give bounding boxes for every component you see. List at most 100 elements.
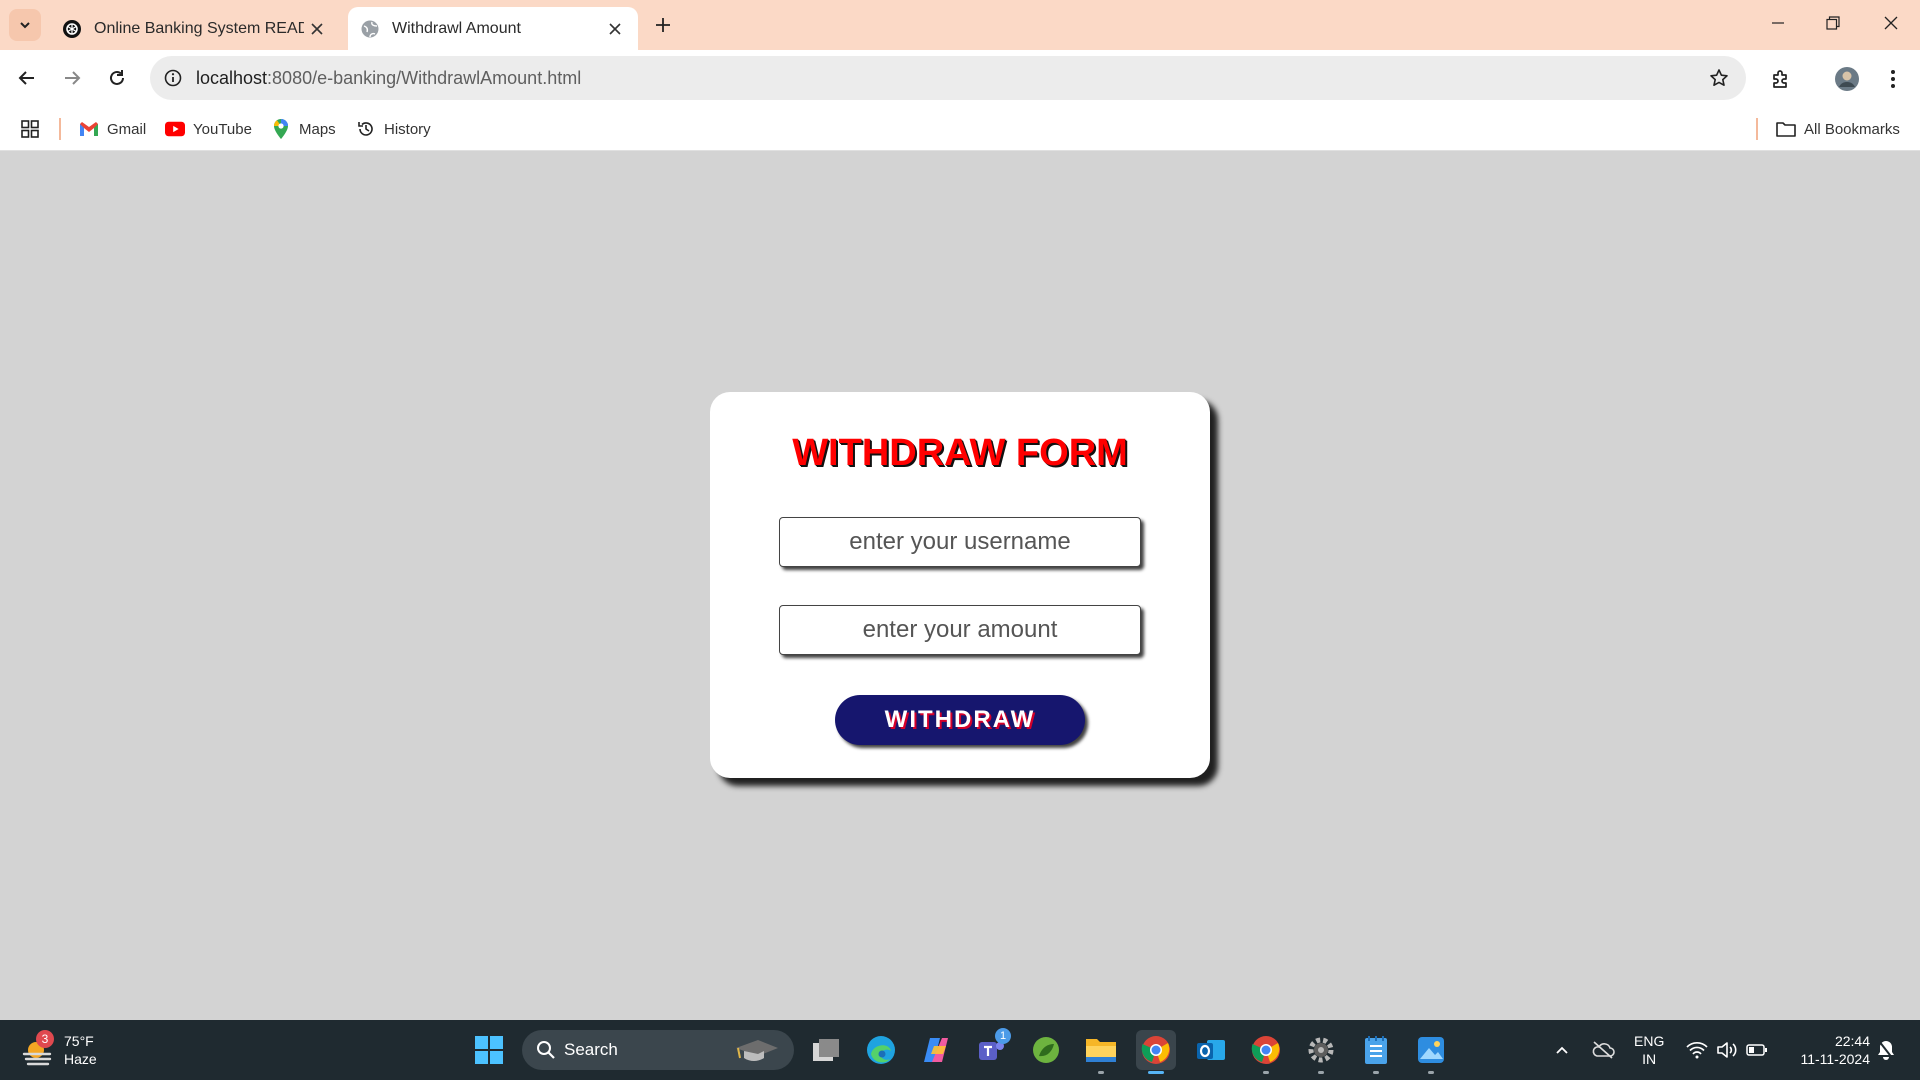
arrow-left-icon: [18, 71, 34, 85]
chatgpt-icon: [63, 19, 81, 38]
close-tab-icon[interactable]: [304, 16, 330, 42]
speaker-icon: [1717, 1042, 1737, 1058]
taskbar-notepad[interactable]: [1356, 1030, 1396, 1074]
taskbar-chrome-active[interactable]: [1136, 1030, 1176, 1074]
browser-menu-button[interactable]: [1876, 62, 1910, 96]
tab-title: Withdrawl Amount: [392, 19, 521, 37]
username-input[interactable]: [779, 517, 1141, 567]
chevron-up-icon: [1556, 1046, 1568, 1054]
onedrive-status[interactable]: [1589, 1036, 1617, 1064]
start-button[interactable]: [469, 1030, 509, 1070]
forward-button[interactable]: [55, 61, 89, 95]
chrome-icon: [1251, 1036, 1280, 1064]
close-icon: [1884, 16, 1898, 30]
gmail-icon: [79, 119, 99, 139]
folder-icon: [1086, 1039, 1116, 1062]
cloud-offline-icon: [1592, 1041, 1615, 1059]
region-code: IN: [1642, 1051, 1657, 1067]
apps-button[interactable]: [20, 116, 48, 142]
tab-title: Online Banking System READM: [94, 19, 304, 37]
bookmark-label: Maps: [299, 120, 336, 138]
taskbar-settings[interactable]: [1301, 1030, 1341, 1074]
back-button[interactable]: [10, 61, 44, 95]
url-text[interactable]: localhost:8080/e-banking/WithdrawlAmount…: [196, 68, 581, 89]
maps-pin-icon: [271, 119, 291, 139]
restore-button[interactable]: [1818, 8, 1848, 38]
taskbar-chrome-profile[interactable]: [1246, 1030, 1286, 1074]
form-title: WITHDRAW FORM: [792, 432, 1128, 474]
battery-icon: [1746, 1044, 1767, 1056]
browser-toolbar: localhost:8080/e-banking/WithdrawlAmount…: [0, 50, 1920, 108]
bookmark-history[interactable]: History: [356, 116, 431, 142]
minimize-button[interactable]: [1763, 8, 1793, 38]
task-view-button[interactable]: [806, 1030, 846, 1070]
reload-button[interactable]: [100, 61, 134, 95]
chevron-down-icon: [20, 22, 30, 29]
clock-date: 11-11-2024: [1800, 1051, 1870, 1067]
language-indicator[interactable]: ENG IN: [1634, 1032, 1664, 1068]
tab-readme[interactable]: Online Banking System READM: [50, 7, 340, 50]
clock-time: 22:44: [1834, 1033, 1870, 1049]
all-bookmarks-button[interactable]: All Bookmarks: [1776, 116, 1900, 142]
tab-withdrawl-amount[interactable]: Withdrawl Amount: [348, 7, 638, 50]
close-tab-icon[interactable]: [602, 16, 628, 42]
search-icon: [537, 1041, 555, 1059]
bookmark-label: YouTube: [193, 120, 252, 138]
site-info-icon[interactable]: [160, 65, 186, 91]
bookmark-label: Gmail: [107, 120, 147, 138]
gear-icon: [1308, 1037, 1334, 1063]
taskbar-photos[interactable]: [1411, 1030, 1451, 1074]
weather-widget[interactable]: 3 75°F Haze: [20, 1030, 97, 1070]
url-path: :8080/e-banking/WithdrawlAmount.html: [267, 68, 582, 88]
address-bar[interactable]: localhost:8080/e-banking/WithdrawlAmount…: [150, 56, 1746, 100]
graduation-cap-icon: [736, 1040, 778, 1061]
bookmark-label: History: [384, 120, 431, 138]
extensions-button[interactable]: [1764, 62, 1798, 96]
leaf-icon: [1033, 1037, 1059, 1063]
bookmark-maps[interactable]: Maps: [271, 116, 336, 142]
profile-avatar[interactable]: [1830, 62, 1864, 96]
bookmarks-separator: [1756, 118, 1758, 140]
youtube-icon: [165, 119, 185, 139]
taskbar-outlook[interactable]: [1191, 1030, 1231, 1070]
wifi-status[interactable]: [1683, 1036, 1711, 1064]
plus-icon: [656, 18, 670, 32]
reload-icon: [110, 70, 124, 85]
amount-input[interactable]: [779, 605, 1141, 655]
outlook-icon: [1197, 1040, 1225, 1060]
arrow-right-icon: [65, 71, 81, 85]
notepad-icon: [1365, 1036, 1387, 1064]
task-view-icon: [813, 1039, 839, 1061]
chrome-icon: [1141, 1036, 1170, 1064]
restore-icon: [1826, 16, 1840, 30]
teams-badge: 1: [995, 1028, 1011, 1044]
taskbar-edge[interactable]: [861, 1030, 901, 1070]
notifications-button[interactable]: [1872, 1036, 1900, 1064]
show-hidden-icons-button[interactable]: [1548, 1036, 1576, 1064]
language-code: ENG: [1634, 1033, 1665, 1049]
weather-desc: Haze: [64, 1051, 97, 1067]
withdraw-button[interactable]: WITHDRAW: [835, 695, 1085, 745]
taskbar-teams[interactable]: 1: [971, 1028, 1011, 1070]
taskbar-file-explorer[interactable]: [1081, 1030, 1121, 1074]
bookmarks-bar: Gmail YouTube Maps History All Bookmarks: [0, 108, 1920, 151]
taskbar-copilot[interactable]: [916, 1030, 956, 1070]
close-window-button[interactable]: [1876, 8, 1906, 38]
minimize-icon: [1772, 22, 1784, 24]
taskbar-clock[interactable]: 22:44 11-11-2024: [1780, 1032, 1870, 1068]
bookmark-youtube[interactable]: YouTube: [165, 116, 252, 142]
apps-grid-icon: [20, 119, 40, 139]
new-tab-button[interactable]: [650, 12, 676, 38]
tab-search-button[interactable]: [9, 9, 41, 41]
avatar-icon: [1835, 67, 1859, 91]
search-label: Search: [564, 1040, 618, 1059]
volume-status[interactable]: [1713, 1036, 1741, 1064]
bookmark-star-icon[interactable]: [1706, 65, 1732, 91]
edge-icon: [867, 1036, 895, 1064]
battery-status[interactable]: [1743, 1036, 1771, 1064]
bookmark-gmail[interactable]: Gmail: [79, 116, 146, 142]
withdraw-form: WITHDRAW FORM WITHDRAW: [710, 392, 1210, 778]
taskbar-search[interactable]: Search: [522, 1030, 794, 1070]
taskbar-spring-tools[interactable]: [1026, 1030, 1066, 1070]
weather-haze-icon: 3: [20, 1030, 56, 1068]
